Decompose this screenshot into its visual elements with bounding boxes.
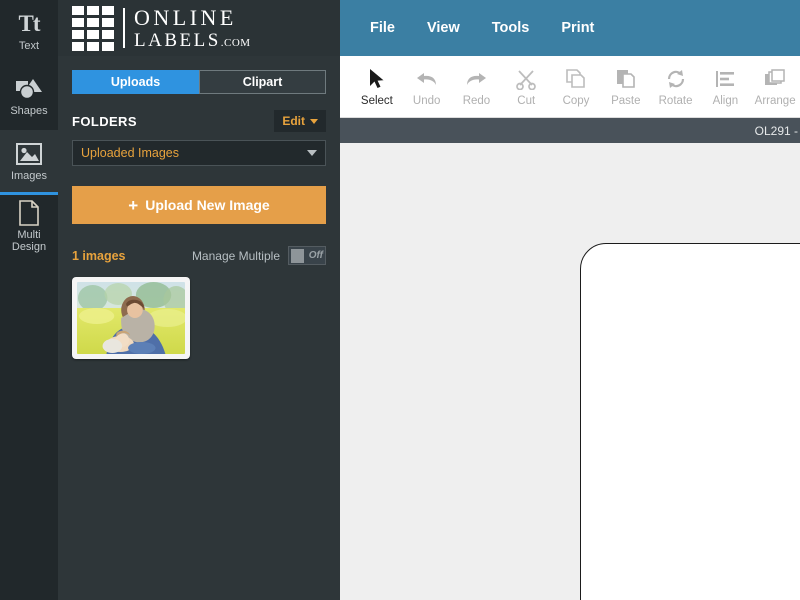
image-thumbnail-grid [72, 277, 326, 359]
rotate-icon [665, 66, 687, 92]
folder-select-value: Uploaded Images [81, 146, 179, 160]
tool-label: Paste [611, 95, 641, 107]
tool-redo[interactable]: Redo [452, 66, 502, 107]
tool-paste[interactable]: Paste [601, 66, 651, 107]
editor-toolbar: Select Undo Redo Cut Copy Paste Rotate A… [340, 56, 800, 118]
sidebar-item-label: Multi Design [11, 228, 47, 253]
chevron-down-icon [310, 118, 318, 124]
menu-item-file[interactable]: File [354, 20, 411, 36]
tool-label: Select [360, 95, 393, 107]
chevron-down-icon [307, 150, 317, 156]
sidebar-item-shapes[interactable]: Shapes [0, 65, 58, 130]
undo-arrow-icon [415, 66, 439, 92]
toggle-knob [291, 248, 304, 263]
label-editor-app: Tt Text Shapes Images Multi Design ONLIN… [0, 0, 800, 600]
grid-logo-icon [72, 5, 114, 51]
manage-multiple-label: Manage Multiple [191, 248, 280, 263]
upload-button-label: Upload New Image [145, 197, 270, 213]
menu-item-view[interactable]: View [411, 20, 476, 36]
design-canvas[interactable] [340, 143, 800, 600]
image-icon [16, 141, 42, 167]
redo-arrow-icon [464, 66, 488, 92]
text-icon: Tt [18, 10, 41, 36]
toggle-state-label: Off [308, 250, 323, 261]
brand-name-line2: LABELS.COM [134, 29, 251, 51]
tool-label: Align [712, 95, 739, 107]
sidebar-item-label: Text [18, 39, 40, 52]
tool-label: Undo [412, 95, 441, 107]
tool-label: Redo [462, 95, 491, 107]
brand-name: ONLINE LABELS.COM [134, 4, 251, 51]
folders-title: FOLDERS [72, 113, 137, 129]
document-title-bar: OL291 - [340, 118, 800, 143]
upload-new-image-button[interactable]: + Upload New Image [72, 186, 326, 224]
manage-multiple-control: Manage Multiple Off [192, 246, 326, 265]
tool-label: Copy [562, 95, 590, 107]
logo-divider [123, 8, 125, 48]
menu-item-print[interactable]: Print [545, 20, 610, 36]
folder-select[interactable]: Uploaded Images [72, 140, 326, 166]
brand-logo: ONLINE LABELS.COM [58, 0, 340, 56]
sidebar-item-text[interactable]: Tt Text [0, 0, 58, 65]
images-panel: ONLINE LABELS.COM Uploads Clipart FOLDER… [58, 0, 340, 600]
plus-icon: + [128, 195, 139, 215]
tool-align[interactable]: Align [700, 66, 750, 107]
tool-rotate[interactable]: Rotate [651, 66, 701, 107]
tool-arrange[interactable]: Arrange [750, 66, 800, 107]
arrange-layers-icon [764, 66, 786, 92]
list-item[interactable] [72, 277, 190, 359]
tool-cut[interactable]: Cut [501, 66, 551, 107]
cursor-arrow-icon [368, 66, 386, 92]
folders-edit-button[interactable]: Edit [274, 110, 326, 132]
edit-button-label: Edit [282, 114, 305, 128]
tool-label: Cut [517, 95, 536, 107]
sidebar-item-images[interactable]: Images [0, 130, 58, 195]
tab-clipart[interactable]: Clipart [199, 70, 326, 94]
label-template-shape[interactable] [580, 243, 800, 600]
panel-tabs: Uploads Clipart [72, 70, 326, 94]
manage-multiple-toggle[interactable]: Off [288, 246, 326, 265]
sidebar-item-label: Images [10, 169, 48, 182]
document-icon [18, 199, 40, 226]
sidebar-item-label: Shapes [10, 104, 48, 117]
tab-uploads[interactable]: Uploads [72, 70, 199, 94]
document-title: OL291 - [754, 123, 798, 138]
brand-name-line1: ONLINE [134, 4, 237, 30]
top-menu-bar: File View Tools Print [340, 0, 800, 56]
tool-label: Arrange [754, 95, 796, 107]
tool-undo[interactable]: Undo [402, 66, 452, 107]
scissors-icon [515, 66, 537, 92]
align-left-icon [714, 66, 736, 92]
image-count: 1 images [72, 248, 126, 263]
uploaded-image-thumbnail [77, 282, 185, 354]
folders-section-header: FOLDERS Edit [72, 110, 326, 132]
tool-select[interactable]: Select [352, 66, 402, 107]
copy-icon [565, 66, 587, 92]
paste-icon [615, 66, 637, 92]
tool-copy[interactable]: Copy [551, 66, 601, 107]
shapes-icon [15, 76, 43, 102]
menu-item-tools[interactable]: Tools [476, 20, 546, 36]
left-icon-rail: Tt Text Shapes Images Multi Design [0, 0, 58, 600]
sidebar-item-multi-design[interactable]: Multi Design [0, 195, 58, 260]
image-list-header: 1 images Manage Multiple Off [72, 246, 326, 265]
tool-label: Rotate [658, 95, 693, 107]
